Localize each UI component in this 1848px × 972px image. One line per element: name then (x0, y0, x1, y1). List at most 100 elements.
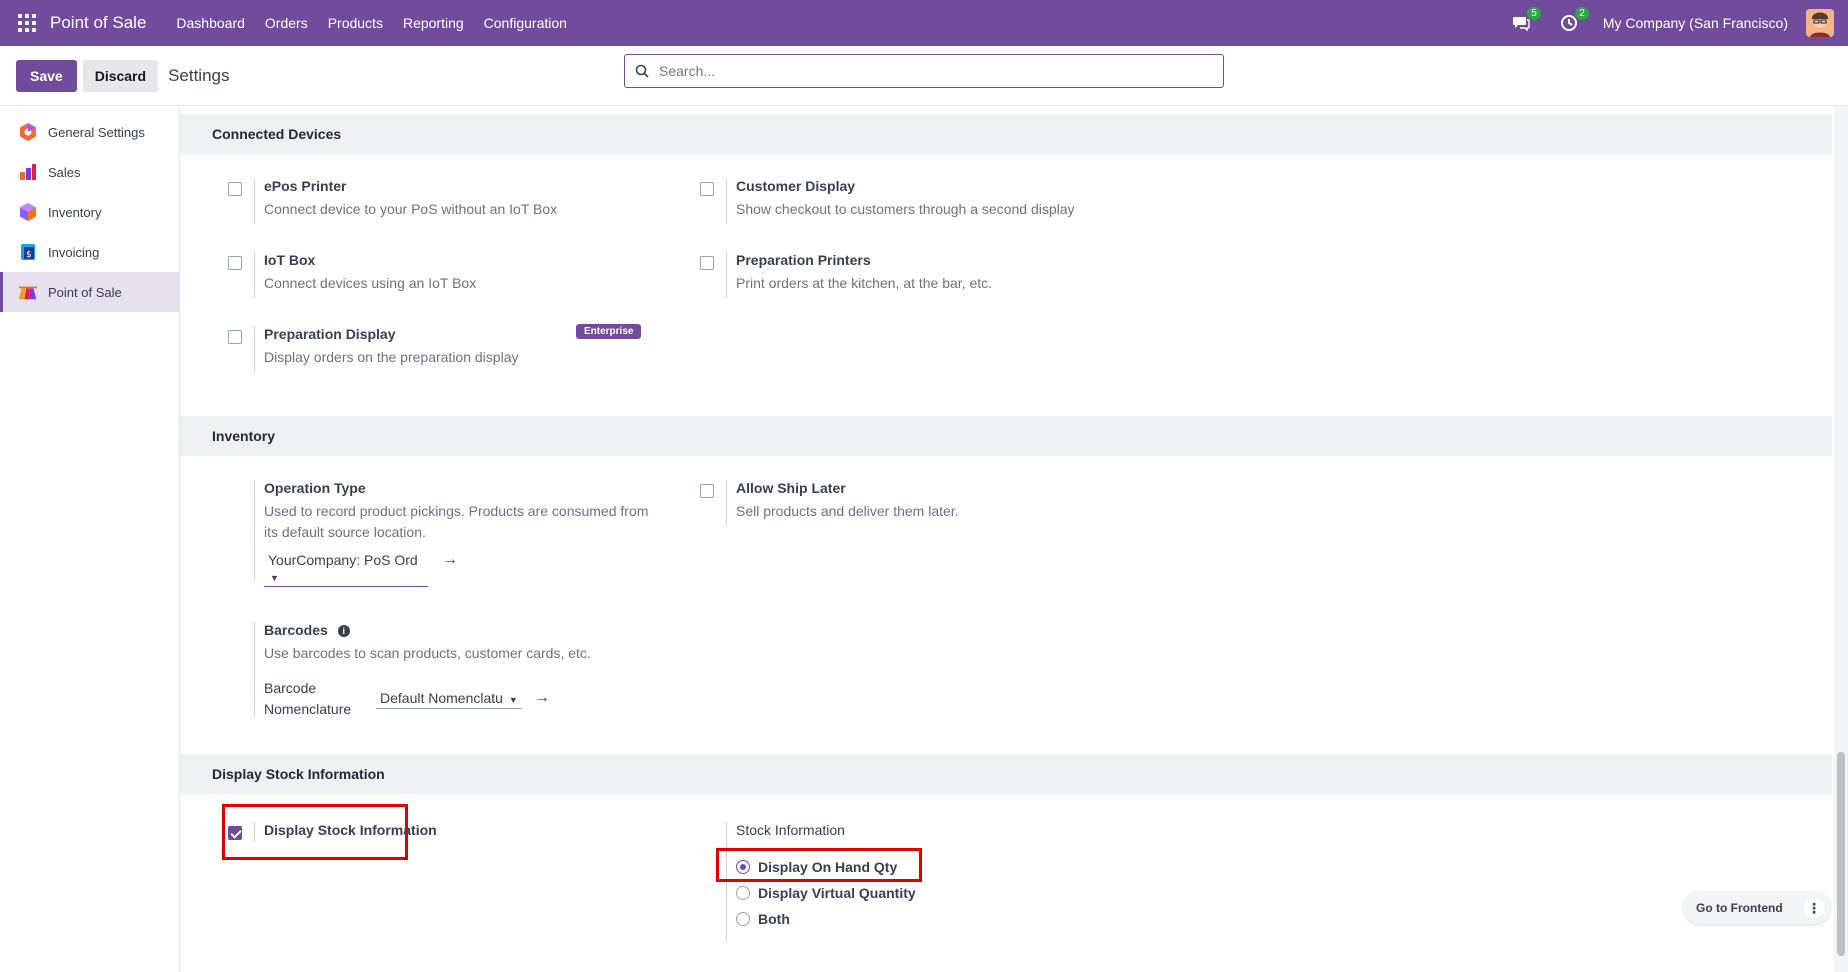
menu-reporting[interactable]: Reporting (403, 15, 464, 31)
messages-icon[interactable]: 5 (1511, 7, 1541, 33)
sidebar-item-point-of-sale[interactable]: Point of Sale (0, 272, 179, 312)
setting-description: Show checkout to customers through a sec… (736, 201, 1075, 217)
setting-title: IoT Box (264, 252, 316, 268)
setting-epos-printer: ePos Printer Connect device to your PoS … (180, 178, 640, 228)
company-switcher[interactable]: My Company (San Francisco) (1603, 15, 1788, 31)
setting-description: Print orders at the kitchen, at the bar,… (736, 275, 993, 291)
go-to-frontend-button[interactable]: Go to Frontend (1696, 901, 1783, 915)
setting-iot-box: IoT Box Connect devices using an IoT Box (180, 252, 640, 302)
setting-title: Customer Display (736, 178, 856, 194)
epos-printer-checkbox[interactable] (228, 182, 242, 196)
setting-stock-information: Stock Information (652, 822, 1152, 942)
barcode-nomenclature-label: Barcode Nomenclature (264, 678, 351, 720)
page-title: Settings (168, 65, 230, 85)
section-header-display-stock: Display Stock Information (180, 754, 1832, 794)
activities-clock-icon[interactable]: 2 (1559, 7, 1589, 33)
sidebar-item-label: Invoicing (48, 244, 100, 260)
setting-title: Operation Type (264, 480, 366, 496)
sidebar-item-label: Sales (48, 164, 81, 180)
settings-main: Connected Devices ePos Printer Connect d… (180, 106, 1832, 972)
setting-description: Connect device to your PoS without an Io… (264, 201, 558, 217)
menu-dashboard[interactable]: Dashboard (176, 15, 245, 31)
setting-preparation-printers: Preparation Printers Print orders at the… (652, 252, 1212, 302)
enterprise-badge[interactable]: Enterprise (576, 324, 642, 339)
save-button[interactable]: Save (16, 59, 77, 92)
select-value: Default Nomenclatu (380, 690, 503, 706)
point-of-sale-icon (18, 286, 38, 300)
setting-title: Allow Ship Later (736, 480, 846, 496)
sidebar-item-label: General Settings (48, 124, 145, 140)
kebab-menu-icon[interactable]: ⋮ (1804, 898, 1824, 918)
setting-description: Use barcodes to scan products, customer … (264, 645, 591, 661)
select-value: YourCompany: PoS Ord (268, 552, 418, 568)
setting-title: ePos Printer (264, 178, 347, 194)
iot-box-checkbox[interactable] (228, 256, 242, 270)
setting-title: Preparation Printers (736, 252, 871, 268)
description-line: its default source location. (264, 524, 426, 540)
svg-text:$: $ (26, 250, 32, 260)
app-brand[interactable]: Point of Sale (50, 13, 146, 33)
search-icon (635, 64, 649, 78)
preparation-printers-checkbox[interactable] (700, 256, 714, 270)
discard-button[interactable]: Discard (82, 59, 159, 92)
setting-title: Preparation Display (264, 326, 396, 342)
sidebar-item-sales[interactable]: Sales (0, 152, 179, 192)
setting-description: Connect devices using an IoT Box (264, 275, 477, 291)
setting-barcodes: Barcodes i Use barcodes to scan products… (180, 622, 650, 718)
invoicing-icon: $ (21, 244, 35, 260)
apps-menu-icon[interactable] (18, 14, 36, 32)
scrollbar[interactable] (1834, 106, 1848, 972)
radio-both[interactable] (736, 912, 750, 926)
sidebar-item-inventory[interactable]: Inventory (0, 192, 179, 232)
control-panel: Save Discard Settings (0, 46, 1848, 106)
setting-title: Barcodes i (264, 622, 350, 638)
setting-description: Display orders on the preparation displa… (264, 349, 519, 365)
barcodes-title: Barcodes (264, 622, 328, 638)
allow-ship-later-checkbox[interactable] (700, 484, 714, 498)
customer-display-checkbox[interactable] (700, 182, 714, 196)
settings-sidebar: General Settings Sales Inventory $ Invoi… (0, 106, 180, 972)
description-line: Used to record product pickings. Product… (264, 503, 649, 519)
menu-configuration[interactable]: Configuration (484, 15, 567, 31)
scrollbar-thumb[interactable] (1837, 752, 1845, 956)
setting-title: Stock Information (736, 822, 845, 838)
search-input[interactable] (659, 63, 1199, 79)
chevron-down-icon: ▼ (270, 573, 279, 583)
sidebar-item-label: Point of Sale (48, 284, 122, 300)
arrow-right-icon[interactable]: → (534, 689, 550, 707)
radio-label: Both (758, 911, 790, 927)
radio-label: Display Virtual Quantity (758, 885, 916, 901)
preparation-display-checkbox[interactable] (228, 330, 242, 344)
label-line: Nomenclature (264, 701, 352, 717)
top-navbar: Point of Sale Dashboard Orders Products … (0, 0, 1848, 46)
arrow-right-icon[interactable]: → (442, 551, 458, 569)
setting-customer-display: Customer Display Show checkout to custom… (652, 178, 1212, 228)
radio-display-virtual-quantity[interactable] (736, 886, 750, 900)
menu-orders[interactable]: Orders (265, 15, 308, 31)
menu-products[interactable]: Products (328, 15, 383, 31)
messages-badge: 5 (1527, 7, 1541, 20)
highlight-box-display-stock (222, 804, 408, 860)
operation-type-select[interactable]: YourCompany: PoS Ord ▼ (264, 550, 428, 587)
activities-badge: 2 (1575, 7, 1589, 20)
go-to-frontend-pill: Go to Frontend ⋮ (1684, 892, 1830, 924)
sidebar-item-general-settings[interactable]: General Settings (0, 112, 179, 152)
inventory-icon (20, 203, 36, 221)
section-header-inventory: Inventory (180, 416, 1832, 456)
setting-preparation-display: Preparation Display Display orders on th… (180, 324, 650, 376)
setting-operation-type: Operation Type Used to record product pi… (180, 480, 650, 587)
barcode-nomenclature-select[interactable]: Default Nomenclatu ▼ (376, 688, 522, 709)
general-settings-icon (20, 123, 36, 141)
user-avatar[interactable] (1806, 9, 1834, 37)
section-header-connected-devices: Connected Devices (180, 114, 1832, 154)
search-box[interactable] (624, 54, 1224, 88)
setting-description: Sell products and deliver them later. (736, 503, 959, 519)
highlight-box-on-hand-qty (716, 848, 922, 882)
sidebar-item-invoicing[interactable]: $ Invoicing (0, 232, 179, 272)
sales-icon (20, 164, 36, 180)
chevron-down-icon: ▼ (508, 695, 518, 705)
setting-allow-ship-later: Allow Ship Later Sell products and deliv… (652, 480, 1212, 530)
label-line: Barcode (264, 680, 317, 696)
info-icon[interactable]: i (337, 625, 350, 638)
setting-description: Used to record product pickings. Product… (264, 501, 648, 543)
